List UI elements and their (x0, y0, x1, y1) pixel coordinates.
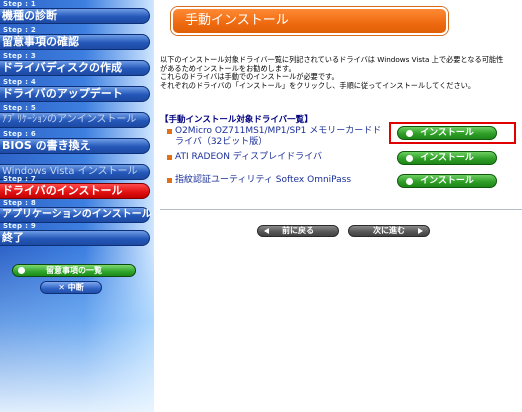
bullet-icon (167, 129, 172, 134)
step-6-bios-update[interactable]: Step : 6 BIOS の書き換え (0, 130, 150, 156)
step-3-driver-disk[interactable]: Step : 3 ドライバディスクの作成 (0, 52, 150, 78)
step-label: 留意事項の確認 (2, 35, 79, 48)
page-title-banner: 手動インストール (171, 7, 448, 35)
button-label: インストール (420, 153, 474, 163)
step-number: Step : 1 (3, 0, 37, 8)
divider (160, 209, 522, 210)
step-number: Step : 6 (3, 130, 37, 138)
driver-row: ATI RADEON ディスプレイドライバ インストール (160, 151, 522, 168)
step-label: ドライバのインストール (2, 184, 123, 197)
step-1-model-diagnosis[interactable]: Step : 1 機種の診断 (0, 0, 150, 26)
button-label: 留意事項の一覧 (46, 266, 102, 275)
install-button-ati-radeon[interactable]: インストール (397, 151, 497, 165)
step-9-finish[interactable]: Step : 9 終了 (0, 222, 150, 248)
step-label: BIOS の書き換え (2, 139, 91, 152)
intro-text: 以下のインストール対象ドライバ一覧に列記されているドライバは Windows V… (160, 55, 522, 90)
step-label: 機種の診断 (2, 9, 57, 22)
step-number: Step : 8 (3, 199, 37, 207)
back-button[interactable]: 前に戻る (257, 225, 339, 237)
step-4-driver-update[interactable]: Step : 4 ドライバのアップデート (0, 78, 150, 104)
step-number: Step : 9 (3, 222, 37, 230)
step-number: Step : 2 (3, 26, 37, 34)
driver-name: O2Micro OZ711MS1/MP1/SP1 メモリーカードドライバ（32ビ… (175, 126, 382, 147)
step-label: 終了 (2, 231, 24, 244)
install-button-omnipass[interactable]: インストール (397, 174, 497, 188)
step-2-notes-check[interactable]: Step : 2 留意事項の確認 (0, 26, 150, 52)
step-number: Step : 4 (3, 78, 37, 86)
notes-list-button[interactable]: 留意事項の一覧 (12, 264, 136, 277)
bullet-icon (167, 155, 172, 160)
bullet-icon (167, 178, 172, 183)
button-label: ✕ 中断 (58, 283, 84, 292)
step-label: アプリケーションのインストール (2, 209, 152, 220)
highlight-box (389, 122, 516, 144)
button-label: 次に進む (373, 226, 405, 235)
page-title: 手動インストール (185, 13, 289, 28)
step-number: Step : 5 (3, 104, 37, 112)
driver-row: 指紋認証ユーティリティ Softex OmniPass インストール (160, 174, 522, 191)
step-label: ｱﾌﾟﾘｹｰｼｮﾝのアンインストール (2, 114, 137, 125)
wizard-sidebar: Step : 1 機種の診断 Step : 2 留意事項の確認 Step : 3… (0, 0, 154, 412)
step-label: ドライバディスクの作成 (2, 61, 123, 74)
arrow-right-icon (418, 228, 423, 234)
driver-name: ATI RADEON ディスプレイドライバ (175, 152, 323, 162)
step-number: Step : 7 (3, 175, 37, 183)
intro-line: それぞれのドライバの「インストール」をクリックし、手順に従ってインストールしてく… (160, 80, 476, 90)
driver-name: 指紋認証ユーティリティ Softex OmniPass (175, 175, 352, 185)
next-button[interactable]: 次に進む (348, 225, 430, 237)
step-5-app-uninstall[interactable]: Step : 5 ｱﾌﾟﾘｹｰｼｮﾝのアンインストール (0, 104, 150, 130)
step-number: Step : 3 (3, 52, 37, 60)
abort-button[interactable]: ✕ 中断 (40, 281, 102, 294)
button-label: インストール (420, 176, 474, 186)
step-label: ドライバのアップデート (2, 87, 123, 100)
driver-list-heading: 手動インストール対象ドライバ一覧 (160, 113, 313, 125)
step-7-driver-install[interactable]: Step : 7 ドライバのインストール (0, 175, 150, 201)
button-label: 前に戻る (282, 226, 314, 235)
